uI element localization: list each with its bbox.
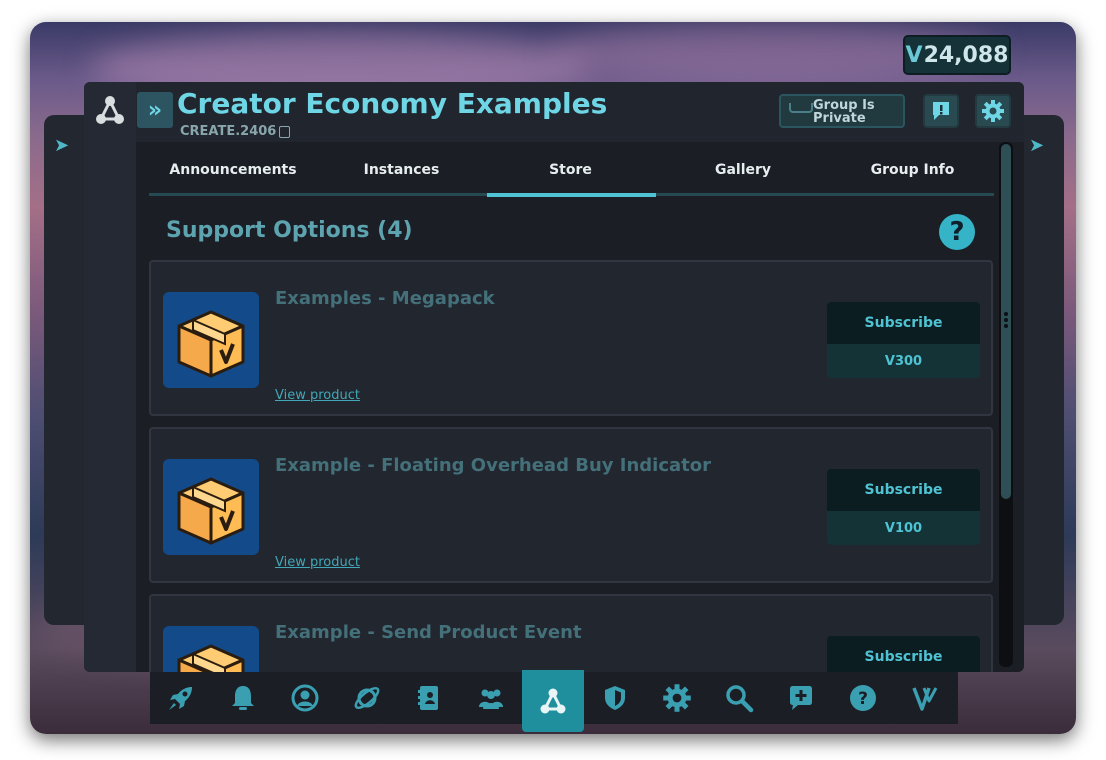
- resize-handle-icon[interactable]: [1004, 312, 1008, 330]
- wing-icon: ➤: [1029, 135, 1045, 156]
- active-tab-indicator: [487, 193, 656, 197]
- group-logo-icon: [92, 92, 128, 128]
- package-icon: [177, 310, 245, 378]
- settings-button[interactable]: [975, 94, 1011, 128]
- gear-icon: [663, 684, 691, 712]
- search-icon: [726, 685, 754, 713]
- package-icon: [177, 477, 245, 545]
- planet-icon: [354, 686, 380, 710]
- bell-icon: [232, 686, 254, 710]
- product-thumbnail: [163, 626, 259, 672]
- rocket-icon: [169, 687, 192, 710]
- dock-groups-button[interactable]: [522, 670, 584, 732]
- people-icon: [479, 689, 503, 709]
- product-name: Example - Floating Overhead Buy Indicato…: [275, 455, 711, 476]
- section-title: Support Options (4): [166, 218, 413, 243]
- package-icon: [177, 644, 245, 672]
- left-rail: [84, 82, 136, 672]
- subscribe-price: V300: [884, 353, 923, 369]
- double-chevron-right-icon: »: [147, 97, 163, 123]
- question-icon: ?: [949, 217, 965, 247]
- group-code[interactable]: CREATE.2406: [180, 124, 291, 139]
- privacy-label-line2: Private: [813, 111, 866, 126]
- dock-safety-button[interactable]: [584, 672, 646, 724]
- dock-profile-button[interactable]: [274, 672, 336, 724]
- dock-notifications-button[interactable]: [212, 672, 274, 724]
- report-icon: [933, 102, 949, 120]
- privacy-icon: [789, 103, 813, 113]
- group-privacy-button[interactable]: Group Is Private: [779, 94, 905, 128]
- report-button[interactable]: [923, 94, 959, 128]
- product-card: Example - Floating Overhead Buy Indicato…: [149, 427, 993, 583]
- subscribe-price: V100: [884, 520, 923, 536]
- tab-instances[interactable]: Instances: [317, 142, 486, 198]
- subscribe-label: Subscribe: [827, 636, 980, 672]
- subscribe-button[interactable]: Subscribe: [827, 636, 980, 672]
- expand-sidebar-button[interactable]: »: [137, 92, 173, 128]
- profile-icon: [291, 684, 319, 712]
- subscribe-button[interactable]: Subscribe V100: [827, 469, 980, 545]
- svg-text:?: ?: [858, 689, 868, 709]
- shield-icon: [605, 686, 625, 710]
- help-button[interactable]: ?: [939, 214, 975, 250]
- copy-icon: [279, 125, 291, 138]
- vrchat-icon: [912, 687, 938, 711]
- subscribe-button[interactable]: Subscribe V300: [827, 302, 980, 378]
- dock-worlds-button[interactable]: [336, 672, 398, 724]
- notebook-icon: [418, 686, 438, 710]
- store-content: Support Options (4) ? Examples - Megapac…: [149, 198, 994, 672]
- dock-social-button[interactable]: [460, 672, 522, 724]
- dock-search-button[interactable]: [708, 672, 770, 724]
- bottom-dock: ?: [150, 670, 958, 732]
- view-product-link[interactable]: View product: [275, 555, 360, 570]
- dock-rocket-button[interactable]: [150, 672, 212, 724]
- dock-feedback-button[interactable]: [770, 672, 832, 724]
- currency-icon: V: [905, 42, 923, 68]
- group-title: Creator Economy Examples: [177, 87, 608, 120]
- subscribe-label: Subscribe: [827, 469, 980, 511]
- help-icon: ?: [850, 685, 876, 711]
- product-thumbnail: [163, 459, 259, 555]
- tab-announcements[interactable]: Announcements: [149, 142, 317, 198]
- groups-icon: [540, 688, 566, 714]
- tab-gallery[interactable]: Gallery: [655, 142, 831, 198]
- currency-balance[interactable]: V 24,088: [903, 35, 1011, 75]
- dock-help-button[interactable]: ?: [832, 672, 894, 724]
- dock-contacts-button[interactable]: [398, 672, 460, 724]
- privacy-label: Group Is Private: [813, 99, 875, 125]
- gear-icon: [982, 100, 1004, 122]
- product-name: Examples - Megapack: [275, 288, 495, 309]
- tab-bar: Announcements Instances Store Gallery Gr…: [149, 142, 994, 198]
- dock-vrchat-plus-button[interactable]: [894, 672, 956, 724]
- group-code-text: CREATE.2406: [180, 124, 277, 139]
- product-card: Example - Send Product Event Subscribe: [149, 594, 993, 672]
- wing-icon: ➤: [54, 135, 70, 156]
- product-name: Example - Send Product Event: [275, 622, 582, 643]
- chat-plus-icon: [790, 686, 812, 710]
- subscribe-label: Subscribe: [827, 302, 980, 344]
- product-card: Examples - Megapack View product Subscri…: [149, 260, 993, 416]
- tab-store[interactable]: Store: [486, 142, 655, 198]
- balance-value: 24,088: [923, 42, 1009, 68]
- view-product-link[interactable]: View product: [275, 388, 360, 403]
- tab-group-info[interactable]: Group Info: [831, 142, 994, 198]
- dock-settings-button[interactable]: [646, 672, 708, 724]
- group-window: » Creator Economy Examples CREATE.2406 G…: [84, 82, 1024, 672]
- product-thumbnail: [163, 292, 259, 388]
